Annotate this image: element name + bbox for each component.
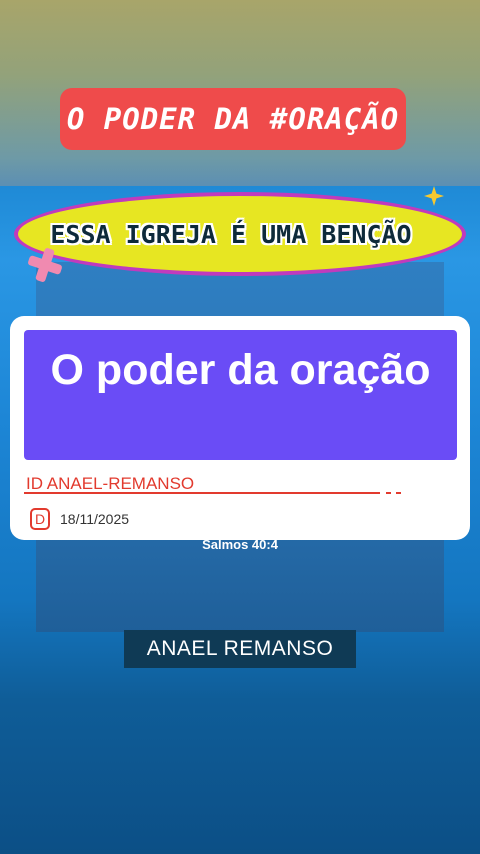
- title-pill-text: O PODER DA #ORAÇÃO: [66, 102, 400, 136]
- blessing-banner: ESSA IGREJA É UMA BENÇÃO: [14, 192, 466, 276]
- id-underline-dash: [396, 492, 401, 494]
- card-title: O poder da oração: [50, 346, 431, 394]
- title-pill: O PODER DA #ORAÇÃO: [60, 88, 406, 150]
- sparkle-icon: [424, 186, 444, 206]
- id-underline-dash: [386, 492, 391, 494]
- id-underline: [24, 492, 380, 494]
- d-badge-icon: D: [30, 508, 50, 530]
- author-name: ANAEL REMANSO: [146, 637, 334, 660]
- d-badge-letter: D: [34, 511, 46, 527]
- id-label[interactable]: ID ANAEL-REMANSO: [26, 474, 194, 494]
- verse-reference: Salmos 40:4: [202, 537, 278, 552]
- post-date: 18/11/2025: [60, 511, 130, 527]
- author-tag[interactable]: ANAEL REMANSO: [124, 630, 356, 668]
- card-title-box: O poder da oração: [24, 330, 457, 460]
- blessing-banner-text: ESSA IGREJA É UMA BENÇÃO: [50, 219, 412, 249]
